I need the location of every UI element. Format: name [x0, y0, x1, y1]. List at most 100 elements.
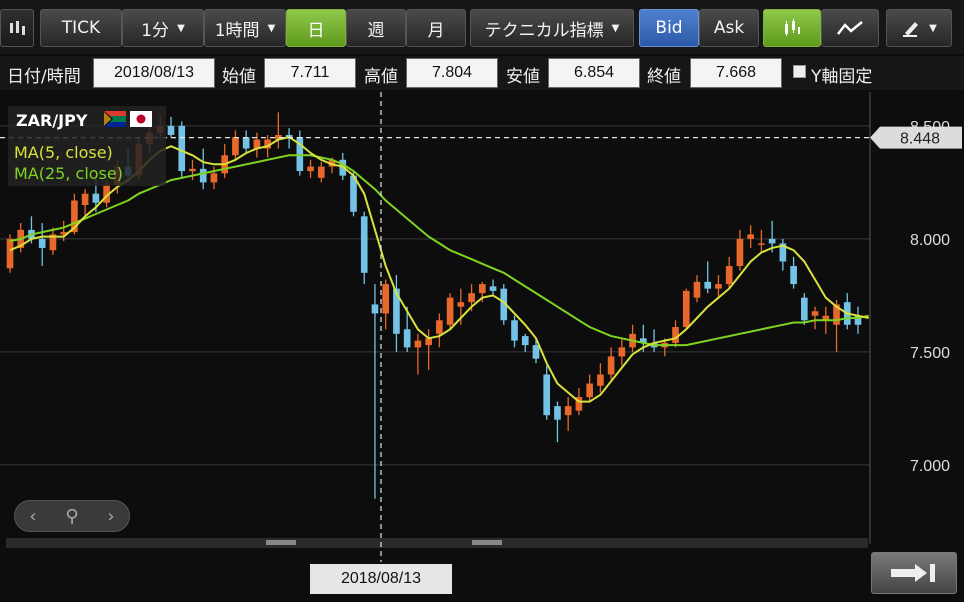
ask-button[interactable]: Ask — [699, 9, 759, 47]
candle-body — [736, 238, 744, 267]
high-value: 7.804 — [406, 58, 498, 88]
candle-body — [6, 238, 14, 269]
candle-body — [92, 193, 100, 203]
arrow-right-end-icon — [891, 564, 935, 582]
candle-body — [307, 166, 314, 172]
chart-scroll-controls: ‹ ⚲ › — [14, 500, 130, 532]
jump-to-latest-button[interactable] — [871, 552, 957, 594]
candle-body — [210, 173, 218, 183]
candle-body — [436, 320, 443, 334]
chevron-down-icon: ▼ — [177, 22, 185, 34]
candle-up — [682, 288, 690, 330]
candle-body — [414, 340, 422, 348]
bid-button[interactable]: Bid — [639, 9, 699, 47]
candle-body — [478, 284, 486, 294]
day-button[interactable]: 日 — [286, 9, 346, 47]
japan-flag-icon — [130, 111, 152, 127]
date-value: 2018/08/13 — [93, 58, 215, 88]
currency-pair-label: ZAR/JPY — [16, 111, 88, 130]
candle-up — [446, 293, 454, 330]
toolbar: TICK 1分 ▼ 1時間 ▼ 日 週 月 テクニカル指標 ▼ Bid Ask ▼ — [0, 0, 964, 54]
candle-body — [554, 406, 561, 420]
week-button[interactable]: 週 — [346, 9, 406, 47]
open-value: 7.711 — [264, 58, 356, 88]
scroll-left-icon[interactable]: ‹ — [29, 506, 36, 527]
candle-body — [811, 311, 819, 316]
scrollbar-thumb — [472, 540, 502, 545]
candle-body — [178, 125, 186, 172]
scroll-right-icon[interactable]: › — [107, 506, 114, 527]
candle-body — [199, 168, 207, 183]
minute-label: 1分 — [141, 20, 170, 41]
y-tick-label: 8.500 — [910, 119, 950, 136]
candle-body — [457, 302, 465, 307]
candle-body — [403, 329, 411, 348]
candle-body — [682, 290, 690, 328]
candlestick-chart-button[interactable] — [763, 9, 821, 47]
candle-body — [607, 356, 615, 375]
candle-body — [167, 125, 175, 135]
high-label: 高値 — [364, 67, 398, 87]
chart-type-icon[interactable] — [0, 9, 34, 47]
low-value: 6.854 — [548, 58, 640, 88]
candle-body — [425, 338, 432, 346]
technical-label: テクニカル指標 — [484, 20, 604, 41]
candle-body — [468, 293, 475, 303]
candle-body — [242, 137, 250, 149]
candle-body — [81, 193, 89, 205]
candle-body — [801, 297, 808, 321]
candle-body — [189, 168, 196, 172]
line-chart-button[interactable] — [821, 9, 879, 47]
month-button[interactable]: 月 — [406, 9, 466, 47]
ma5-legend-label: MA(5, close) — [14, 143, 113, 162]
candle-body — [768, 238, 776, 244]
line-chart-icon — [837, 21, 863, 35]
pencil-icon — [903, 22, 919, 37]
y-tick-label: 7.500 — [910, 345, 950, 362]
candle-body — [747, 234, 754, 239]
candle-body — [382, 284, 390, 314]
technical-indicator-dropdown[interactable]: テクニカル指標 ▼ — [470, 9, 634, 47]
candle-body — [790, 266, 797, 285]
chevron-down-icon: ▼ — [267, 22, 276, 34]
candle-body — [672, 327, 679, 343]
candle-body — [715, 284, 722, 289]
candle-body — [489, 286, 497, 291]
candle-body — [521, 336, 529, 346]
candle-body — [371, 304, 379, 314]
open-label: 始値 — [222, 67, 256, 87]
scrollbar-thumb — [266, 540, 296, 545]
y-tick-label: 7.000 — [910, 458, 950, 475]
zoom-search-icon[interactable]: ⚲ — [65, 506, 78, 527]
draw-tool-dropdown[interactable]: ▼ — [886, 9, 952, 47]
horizontal-scrollbar — [6, 538, 868, 548]
ma25-legend-label: MA(25, close) — [14, 164, 123, 183]
candle-body — [232, 137, 239, 156]
crosshair-date-popup: 2018/08/13 — [310, 564, 452, 594]
y-axis-fixed-label: Y軸固定 — [811, 67, 873, 87]
chevron-down-icon: ▼ — [611, 22, 620, 34]
candle-body — [543, 374, 551, 416]
hour-label: 1時間 — [214, 20, 260, 41]
close-value: 7.668 — [690, 58, 782, 88]
candle-body — [597, 374, 604, 386]
hour-dropdown[interactable]: 1時間 ▼ — [204, 9, 286, 47]
candle-body — [532, 345, 540, 359]
candle-body — [693, 281, 701, 298]
candle-body — [360, 216, 368, 273]
candle-down — [801, 293, 808, 325]
candle-body — [725, 266, 733, 285]
tick-button[interactable]: TICK — [40, 9, 122, 47]
chevron-down-icon: ▼ — [929, 22, 937, 34]
y-axis-fixed-checkbox[interactable] — [793, 65, 806, 78]
candle-body — [38, 238, 46, 248]
candle-body — [586, 383, 593, 398]
date-label: 日付/時間 — [7, 67, 81, 87]
candle-body — [446, 297, 454, 325]
close-label: 終値 — [647, 67, 681, 87]
low-label: 安値 — [506, 67, 540, 87]
minute-dropdown[interactable]: 1分 ▼ — [122, 9, 204, 47]
south-africa-flag-icon — [104, 111, 126, 127]
candlestick-icon — [785, 19, 800, 36]
candle-body — [317, 166, 325, 178]
